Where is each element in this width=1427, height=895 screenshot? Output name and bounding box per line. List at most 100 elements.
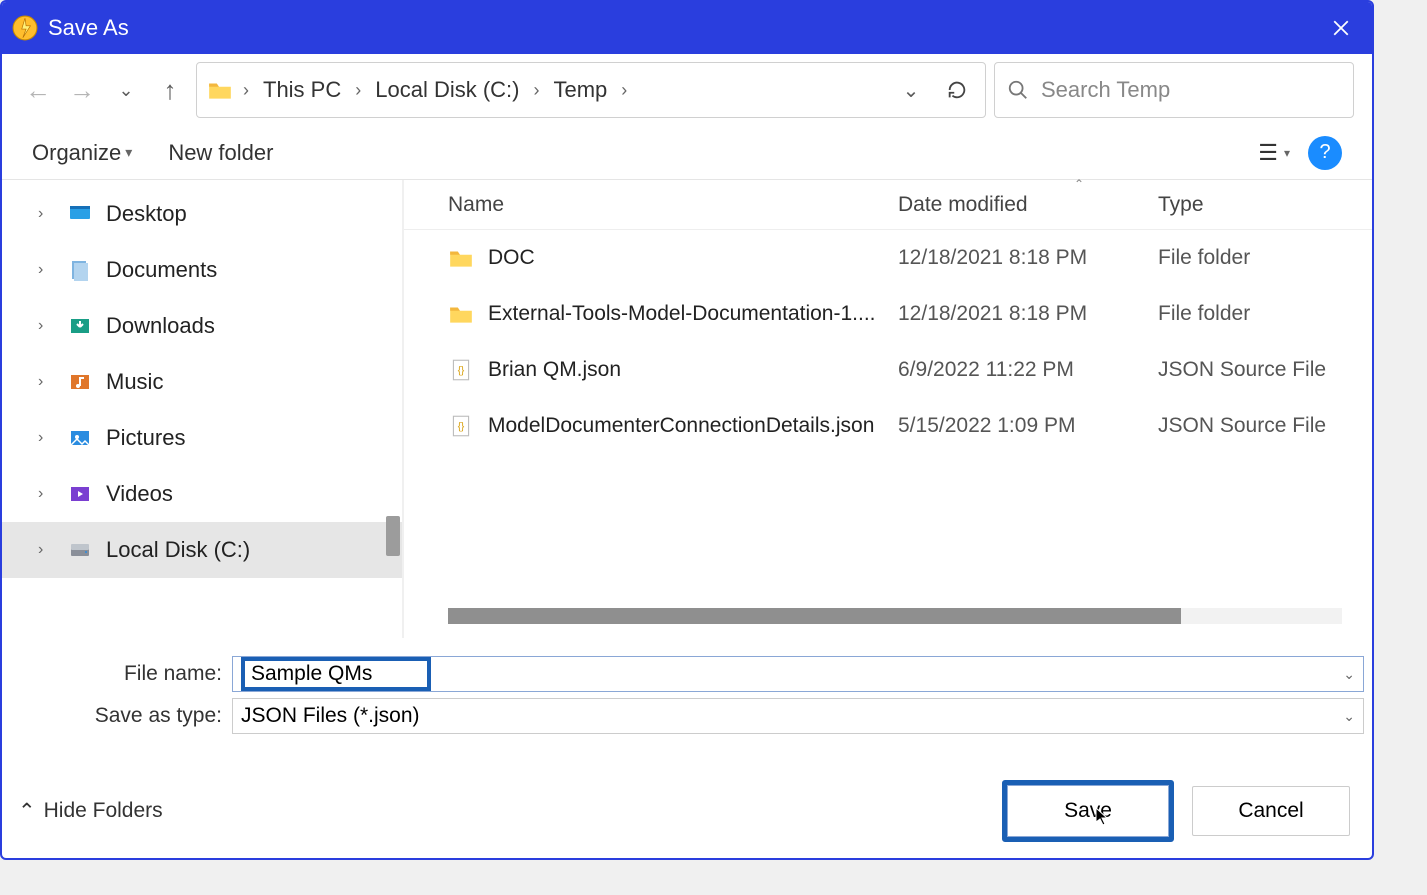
sort-indicator-icon: ⌃	[1074, 177, 1084, 191]
hide-folders-label: Hide Folders	[44, 799, 163, 823]
up-button[interactable]: ↑	[152, 72, 188, 108]
sidebar-item-downloads[interactable]: › Downloads	[2, 298, 402, 354]
file-type: File folder	[1158, 246, 1372, 270]
recent-locations-button[interactable]: ⌄	[108, 72, 144, 108]
horizontal-scrollbar[interactable]	[448, 608, 1342, 624]
svg-text:{}: {}	[458, 421, 465, 432]
file-date: 5/15/2022 1:09 PM	[898, 414, 1158, 438]
file-list-pane: ⌃ Name Date modified Type DOC 12/18/2021…	[404, 180, 1372, 638]
sidebar-item-label: Videos	[106, 481, 173, 507]
breadcrumb-temp[interactable]: Temp	[550, 75, 612, 105]
search-input[interactable]	[1041, 77, 1341, 103]
save-as-type-label: Save as type:	[10, 704, 232, 728]
sidebar-item-label: Local Disk (C:)	[106, 537, 250, 563]
filename-combo[interactable]: Sample QMs ⌄	[232, 656, 1364, 692]
sidebar-scrollbar[interactable]	[386, 516, 400, 556]
file-date: 6/9/2022 11:22 PM	[898, 358, 1158, 382]
filename-input[interactable]: Sample QMs	[241, 657, 431, 691]
view-options-button[interactable]: ☰ ▾	[1258, 140, 1290, 166]
address-bar[interactable]: › This PC › Local Disk (C:) › Temp › ⌄	[196, 62, 986, 118]
column-header-type[interactable]: Type	[1158, 193, 1372, 217]
folder-icon	[448, 301, 474, 327]
file-name: DOC	[488, 246, 898, 270]
pictures-icon	[68, 426, 92, 450]
search-icon	[1007, 79, 1029, 101]
file-name: External-Tools-Model-Documentation-1....	[488, 302, 898, 326]
chevron-right-icon: ›	[355, 80, 361, 101]
chevron-right-icon: ›	[38, 205, 54, 223]
chevron-right-icon: ›	[38, 373, 54, 391]
title-bar: Save As	[2, 2, 1372, 54]
save-button[interactable]: Save	[1002, 780, 1174, 842]
hide-folders-button[interactable]: ⌃ Hide Folders	[18, 799, 163, 824]
list-view-icon: ☰	[1258, 140, 1278, 166]
sidebar-item-label: Pictures	[106, 425, 185, 451]
chevron-down-icon[interactable]: ⌄	[1343, 666, 1355, 683]
videos-icon	[68, 482, 92, 506]
app-icon	[12, 15, 38, 41]
dialog-body: › Desktop › Documents › Downloads › Musi…	[2, 180, 1372, 638]
file-name: ModelDocumenterConnectionDetails.json	[488, 414, 898, 438]
filename-label: File name:	[10, 662, 232, 686]
file-date: 12/18/2021 8:18 PM	[898, 246, 1158, 270]
sidebar-item-documents[interactable]: › Documents	[2, 242, 402, 298]
sidebar-item-videos[interactable]: › Videos	[2, 466, 402, 522]
chevron-right-icon: ›	[621, 80, 627, 101]
file-row[interactable]: {} Brian QM.json 6/9/2022 11:22 PM JSON …	[404, 342, 1372, 398]
sidebar-item-label: Documents	[106, 257, 217, 283]
file-date: 12/18/2021 8:18 PM	[898, 302, 1158, 326]
nav-row: ← → ⌄ ↑ › This PC › Local Disk (C:) › Te…	[2, 54, 1372, 126]
save-button-label: Save	[1064, 799, 1112, 823]
cancel-button[interactable]: Cancel	[1192, 786, 1350, 836]
file-row[interactable]: External-Tools-Model-Documentation-1....…	[404, 286, 1372, 342]
chevron-right-icon: ›	[38, 261, 54, 279]
drive-icon	[68, 538, 92, 562]
chevron-right-icon: ›	[534, 80, 540, 101]
desktop-icon	[68, 202, 92, 226]
toolbar: Organize ▾ New folder ☰ ▾ ?	[2, 126, 1372, 180]
save-as-type-value: JSON Files (*.json)	[241, 704, 420, 728]
file-row[interactable]: DOC 12/18/2021 8:18 PM File folder	[404, 230, 1372, 286]
address-dropdown-button[interactable]: ⌄	[893, 72, 929, 108]
breadcrumb-local-disk[interactable]: Local Disk (C:)	[371, 75, 523, 105]
save-as-dialog: Save As ← → ⌄ ↑ › This PC › Local Disk (…	[0, 0, 1374, 860]
save-as-type-combo[interactable]: JSON Files (*.json) ⌄	[232, 698, 1364, 734]
organize-menu[interactable]: Organize ▾	[32, 140, 132, 166]
chevron-down-icon: ▾	[125, 144, 132, 161]
chevron-right-icon: ›	[38, 541, 54, 559]
back-button[interactable]: ←	[20, 72, 56, 108]
folder-icon	[448, 245, 474, 271]
column-header-date[interactable]: Date modified	[898, 193, 1158, 217]
file-name: Brian QM.json	[488, 358, 898, 382]
file-rows: DOC 12/18/2021 8:18 PM File folder Exter…	[404, 230, 1372, 638]
chevron-right-icon: ›	[38, 485, 54, 503]
refresh-button[interactable]	[939, 72, 975, 108]
chevron-down-icon[interactable]: ⌄	[1343, 708, 1355, 725]
file-type: JSON Source File	[1158, 414, 1372, 438]
sidebar-item-pictures[interactable]: › Pictures	[2, 410, 402, 466]
breadcrumb-this-pc[interactable]: This PC	[259, 75, 345, 105]
forward-button[interactable]: →	[64, 72, 100, 108]
json-file-icon: {}	[448, 357, 474, 383]
sidebar-item-local-disk[interactable]: › Local Disk (C:)	[2, 522, 402, 578]
documents-icon	[68, 258, 92, 282]
folder-icon	[207, 77, 233, 103]
search-box[interactable]	[994, 62, 1354, 118]
file-row[interactable]: {} ModelDocumenterConnectionDetails.json…	[404, 398, 1372, 454]
json-file-icon: {}	[448, 413, 474, 439]
svg-text:{}: {}	[458, 365, 465, 376]
close-button[interactable]	[1320, 7, 1362, 49]
sidebar-item-music[interactable]: › Music	[2, 354, 402, 410]
chevron-right-icon: ›	[38, 317, 54, 335]
music-icon	[68, 370, 92, 394]
help-button[interactable]: ?	[1308, 136, 1342, 170]
column-header-name[interactable]: Name	[448, 193, 898, 217]
file-type: JSON Source File	[1158, 358, 1372, 382]
downloads-icon	[68, 314, 92, 338]
chevron-right-icon: ›	[38, 429, 54, 447]
new-folder-button[interactable]: New folder	[168, 140, 273, 166]
file-type: File folder	[1158, 302, 1372, 326]
scrollbar-thumb[interactable]	[448, 608, 1181, 624]
chevron-right-icon: ›	[243, 80, 249, 101]
sidebar-item-desktop[interactable]: › Desktop	[2, 186, 402, 242]
